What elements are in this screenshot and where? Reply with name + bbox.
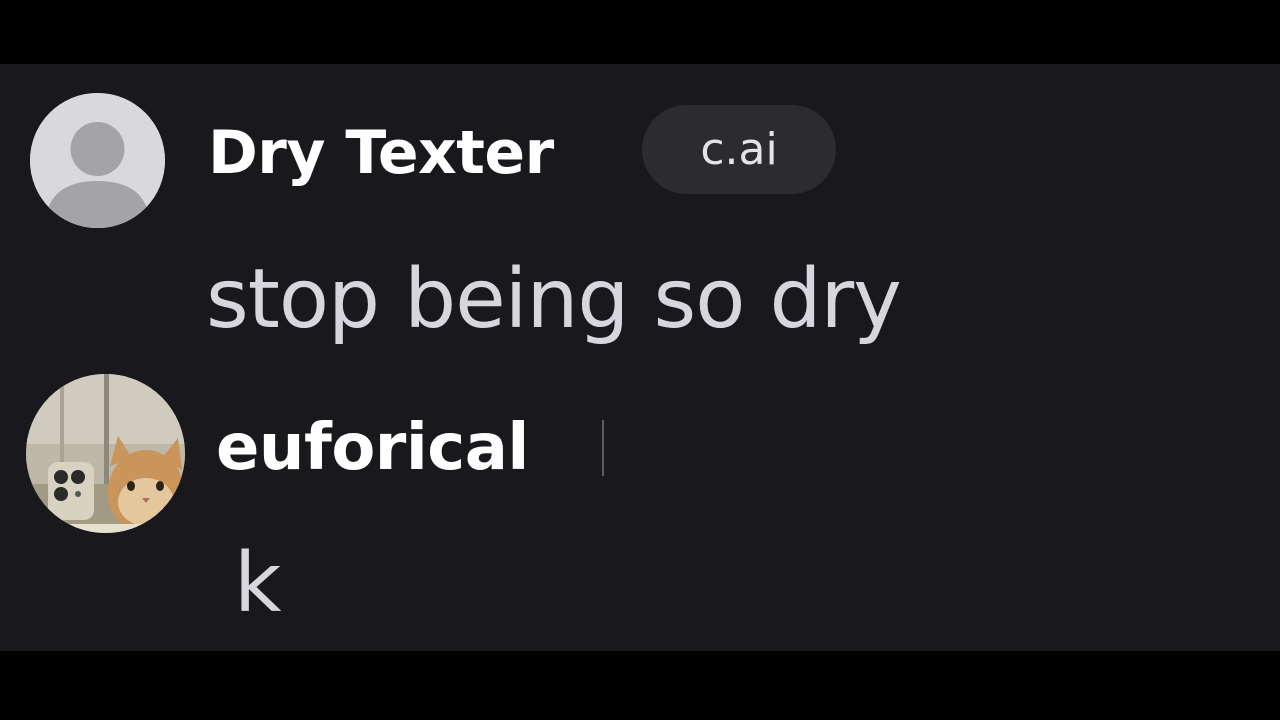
chat-panel: Dry Texter c.ai stop being so dry eufori… (0, 64, 1280, 651)
ai-badge: c.ai (642, 105, 836, 194)
message-item: Dry Texter c.ai stop being so dry (0, 64, 1280, 364)
text-cursor (602, 420, 604, 476)
cat-photo-avatar[interactable] (26, 374, 185, 533)
video-frame: Dry Texter c.ai stop being so dry eufori… (0, 0, 1280, 720)
sender-name[interactable]: euforical (216, 410, 529, 486)
default-avatar-icon[interactable] (30, 93, 165, 228)
message-item: euforical k (0, 374, 1280, 651)
message-text: k (234, 536, 282, 631)
sender-name[interactable]: Dry Texter (208, 118, 554, 188)
message-text: stop being so dry (206, 252, 902, 347)
cat-icon (26, 374, 185, 533)
person-icon (30, 93, 165, 228)
